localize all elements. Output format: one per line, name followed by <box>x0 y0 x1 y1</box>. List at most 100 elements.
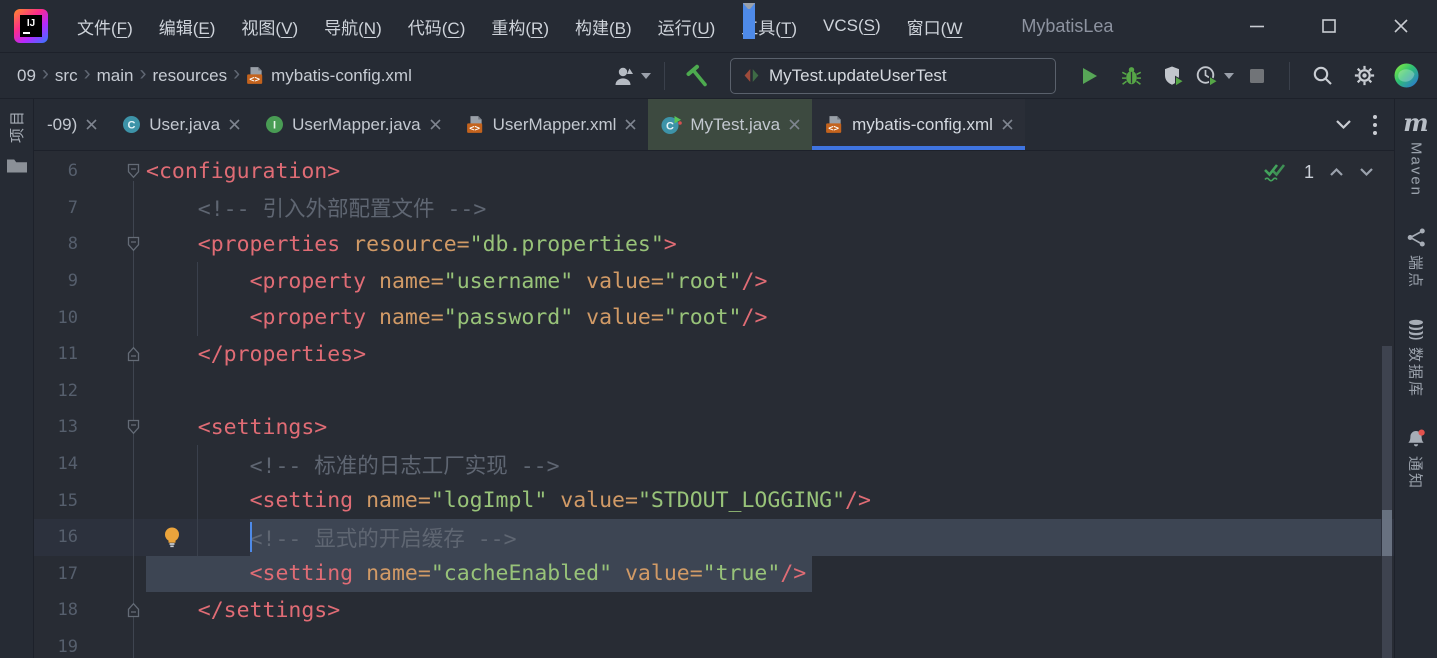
close-icon[interactable] <box>429 118 442 131</box>
tool-window-button-notifications[interactable]: 通知 <box>1406 428 1427 490</box>
gutter-cell <box>78 446 146 483</box>
tool-window-button-maven[interactable]: m Maven <box>1403 111 1428 197</box>
line-number: 16 <box>34 527 78 547</box>
close-icon[interactable] <box>788 118 801 131</box>
tool-window-button-database[interactable]: 数据库 <box>1406 319 1427 398</box>
tab-options-kebab-icon[interactable] <box>1372 114 1378 136</box>
menu-item[interactable]: 文件(F) <box>64 14 146 39</box>
inspection-count: 1 <box>1304 162 1314 183</box>
tool-window-button-endpoints[interactable]: 端点 <box>1406 227 1427 289</box>
svg-text:<>: <> <box>828 124 839 134</box>
breadcrumb-item[interactable]: main <box>92 66 139 86</box>
title-bar: IJ 文件(F)编辑(E)视图(V)导航(N)代码(C)重构(R)构建(B)运行… <box>0 0 1437 53</box>
profile-button[interactable] <box>613 58 651 94</box>
fold-open-icon[interactable] <box>127 419 140 435</box>
menu-item[interactable]: 工具(T) <box>728 14 810 39</box>
code-line[interactable]: 13 <settings> <box>34 409 1394 446</box>
fold-open-icon[interactable] <box>127 163 140 179</box>
menu-item[interactable]: 运行(U) <box>645 14 729 39</box>
code-line[interactable]: 9 <property name="username" value="root"… <box>34 263 1394 300</box>
menu-item[interactable]: 重构(R) <box>478 14 562 39</box>
gutter-cell <box>78 153 146 190</box>
run-configuration-label: MyTest.updateUserTest <box>769 66 947 86</box>
close-icon[interactable] <box>624 118 637 131</box>
gutter-cell <box>78 592 146 629</box>
stop-button[interactable] <box>1238 58 1276 94</box>
code-text: <property name="password" value="root"/> <box>146 305 767 330</box>
code-line[interactable]: 14 <!-- 标准的日志工厂实现 --> <box>34 446 1394 483</box>
xml-file-icon: <> <box>825 115 844 134</box>
editor-tab[interactable]: C MyTest.java <box>648 99 812 150</box>
maximize-button[interactable] <box>1293 0 1365 52</box>
code-line[interactable]: 18 </settings> <box>34 592 1394 629</box>
gutter-cell <box>78 556 146 593</box>
code-text: <configuration> <box>146 159 340 184</box>
svg-text:C: C <box>666 120 674 132</box>
intention-bulb-icon[interactable] <box>161 525 183 549</box>
notifications-icon <box>1406 428 1427 449</box>
menu-item[interactable]: VCS(S) <box>810 16 894 36</box>
breadcrumb-item[interactable]: 09 <box>12 66 41 86</box>
menu-bar: 文件(F)编辑(E)视图(V)导航(N)代码(C)重构(R)构建(B)运行(U)… <box>64 0 975 52</box>
code-line[interactable]: 8 <properties resource="db.properties"> <box>34 226 1394 263</box>
profiler-button[interactable] <box>1196 58 1234 94</box>
code-line[interactable]: 11 </properties> <box>34 336 1394 373</box>
menu-item[interactable]: 构建(B) <box>562 14 645 39</box>
chevron-down-icon <box>743 3 755 39</box>
editor-tab[interactable]: <> mybatis-config.xml <box>812 99 1025 150</box>
menu-item[interactable]: 窗口(W <box>894 14 976 39</box>
settings-button[interactable] <box>1345 58 1383 94</box>
code-line[interactable]: 6 <configuration> <box>34 153 1394 190</box>
folder-icon[interactable] <box>6 157 28 175</box>
breadcrumb-item[interactable]: <>mybatis-config.xml <box>241 66 417 86</box>
breadcrumb-item[interactable]: src <box>50 66 83 86</box>
plugin-logo-button[interactable] <box>1387 58 1425 94</box>
code-line[interactable]: 19 <box>34 629 1394 658</box>
code-editor[interactable]: 6 <configuration> 7 <!-- 引入外部配置文件 --> 8 … <box>34 151 1394 658</box>
code-line[interactable]: 12 <box>34 373 1394 410</box>
close-button[interactable] <box>1365 0 1437 52</box>
gutter-cell <box>78 629 146 658</box>
editor-tab[interactable]: C User.java <box>109 99 252 150</box>
debug-button[interactable] <box>1112 58 1150 94</box>
code-line[interactable]: 17 <setting name="cacheEnabled" value="t… <box>34 556 1394 593</box>
editor-area: -09) C User.java I UserMapper.java <> Us… <box>34 99 1394 658</box>
menu-item[interactable]: 代码(C) <box>395 14 479 39</box>
hidden-tabs-chevron-icon[interactable] <box>1335 119 1352 130</box>
prev-problem-chevron-up-icon[interactable] <box>1329 167 1344 177</box>
run-button[interactable] <box>1070 58 1108 94</box>
close-icon[interactable] <box>228 118 241 131</box>
menu-item[interactable]: 视图(V) <box>228 14 311 39</box>
project-tool-button[interactable]: 项目 <box>6 109 27 143</box>
fold-open-icon[interactable] <box>127 236 140 252</box>
inspections-ok-check-icon[interactable] <box>1261 160 1289 184</box>
search-everywhere-button[interactable] <box>1303 58 1341 94</box>
menu-item[interactable]: 导航(N) <box>311 14 395 39</box>
scrollbar-thumb[interactable] <box>1382 346 1392 658</box>
menu-item[interactable]: 编辑(E) <box>146 14 229 39</box>
minimize-button[interactable] <box>1221 0 1293 52</box>
close-icon[interactable] <box>1001 118 1014 131</box>
code-line[interactable]: 16 <!-- 显式的开启缓存 --> <box>34 519 1394 556</box>
editor-scrollbar[interactable] <box>1381 151 1393 658</box>
editor-tab[interactable]: -09) <box>34 99 109 150</box>
code-line[interactable]: 10 <property name="password" value="root… <box>34 299 1394 336</box>
code-text: <properties resource="db.properties"> <box>146 232 677 257</box>
gutter-cell <box>78 190 146 227</box>
fold-close-icon[interactable] <box>127 346 140 362</box>
plugin-logo-icon <box>1393 62 1420 89</box>
fold-close-icon[interactable] <box>127 602 140 618</box>
run-configuration-select[interactable]: MyTest.updateUserTest <box>730 58 1056 94</box>
close-icon[interactable] <box>85 118 98 131</box>
main-area: 项目 -09) C User.java I UserMapper.java <>… <box>0 99 1437 658</box>
code-line[interactable]: 7 <!-- 引入外部配置文件 --> <box>34 190 1394 227</box>
coverage-button[interactable] <box>1154 58 1192 94</box>
editor-tab[interactable]: I UserMapper.java <box>252 99 453 150</box>
line-number: 8 <box>34 234 78 254</box>
build-button[interactable] <box>678 58 716 94</box>
line-number: 12 <box>34 381 78 401</box>
code-line[interactable]: 15 <setting name="logImpl" value="STDOUT… <box>34 482 1394 519</box>
editor-tab[interactable]: <> UserMapper.xml <box>453 99 649 150</box>
next-problem-chevron-down-icon[interactable] <box>1359 167 1374 177</box>
breadcrumb-item[interactable]: resources <box>147 66 232 86</box>
